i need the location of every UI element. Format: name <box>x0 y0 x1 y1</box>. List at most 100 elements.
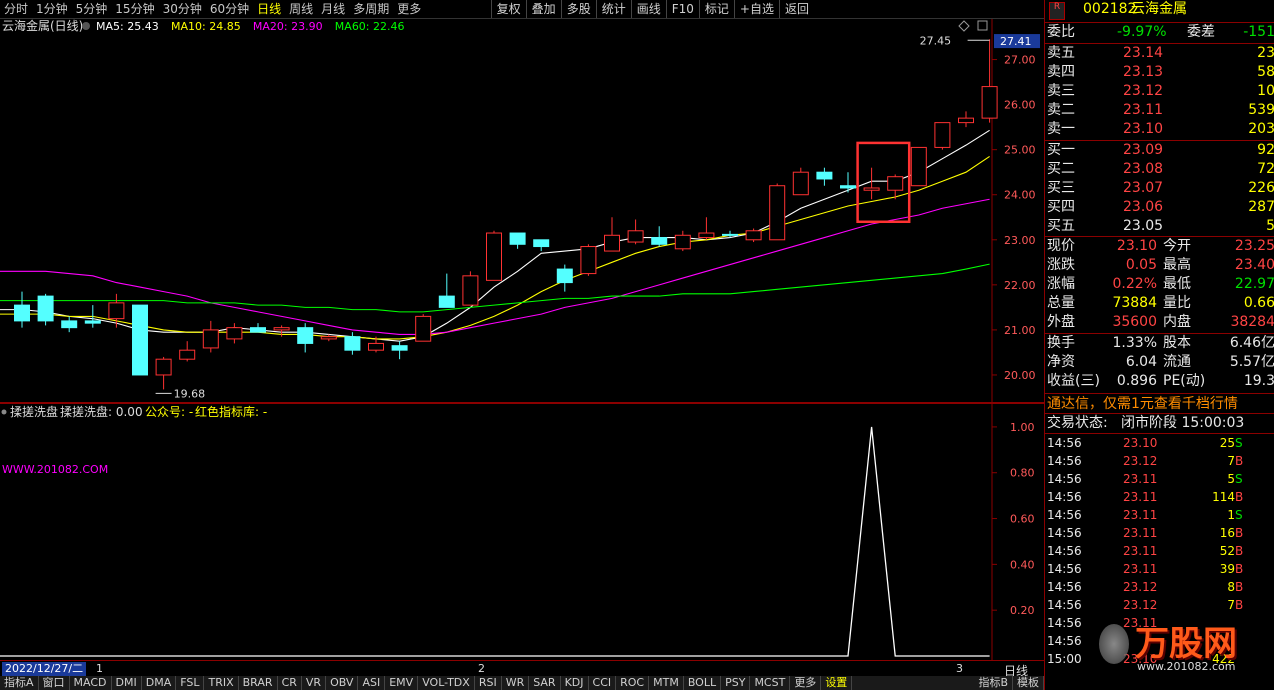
diamond-icon <box>958 20 970 32</box>
weicha-label: 委差 <box>1187 24 1215 40</box>
indicator-tab[interactable]: MCST <box>750 676 791 690</box>
quote-panel: R 002182 云海金属 委比 -9.97% 委差 -151 卖五 23.14 23 卖四 23.1… <box>1044 0 1274 690</box>
candle-body <box>792 171 809 196</box>
stat-label: 收益(三) <box>1047 373 1100 389</box>
indicator-tabs: 指标A 窗口 MACD DMI DMA FSL TRIX BRAR CR VR OBV ASI EMV V… <box>0 676 1044 690</box>
sub-y-tick-label: 0.60 <box>1010 513 1035 526</box>
indicator-chart[interactable]: 1.00 0.80 0.60 0.40 0.20 揉搓洗盘 揉搓洗盘: 0.00 公众号: -… <box>0 404 1044 660</box>
indicator-tab[interactable]: RSI <box>475 676 502 690</box>
tick-volume: 7 <box>1227 454 1235 468</box>
stat-label: 量比 <box>1163 295 1191 311</box>
indicator-tab[interactable]: OBV <box>326 676 359 690</box>
tool-tab[interactable]: 画线 <box>630 0 666 18</box>
tool-tab[interactable]: 返回 <box>778 0 814 18</box>
indicator-tab[interactable]: ROC <box>616 676 650 690</box>
tick-price: 23.11 <box>1123 562 1158 576</box>
indicator-tab[interactable]: MTM <box>649 676 684 690</box>
indicator-tab[interactable]: BRAR <box>239 676 278 690</box>
tick-volume: 39 <box>1219 562 1235 576</box>
stat-value: 0.896 <box>1116 373 1157 389</box>
indicator-tab[interactable]: SAR <box>529 676 561 690</box>
indicator-tab[interactable]: EMV <box>385 676 419 690</box>
indicator-tab[interactable]: 窗口 <box>39 676 70 690</box>
coin-icon <box>1099 624 1129 664</box>
stock-name: 云海金属 <box>1131 1 1187 17</box>
tick-time: 15:00 <box>1047 652 1082 666</box>
tick-volume: 16 <box>1219 526 1235 540</box>
y-tick-label: 26.00 <box>1004 99 1036 112</box>
tick-price: 23.11 <box>1123 508 1158 522</box>
ask-volume: 203 <box>1248 121 1274 137</box>
candle-body <box>486 232 502 281</box>
stat-value: 0.05 <box>1125 257 1157 273</box>
bid-row: 买三 23.07 226 <box>1045 179 1274 198</box>
indicator-tab[interactable]: VOL-TDX <box>418 676 475 690</box>
indicator-tab[interactable]: CCI <box>589 676 617 690</box>
bid-price: 23.05 <box>1123 218 1164 234</box>
indicator-tab[interactable]: ASI <box>358 676 386 690</box>
candle-body <box>981 86 998 119</box>
tool-tab[interactable]: 标记 <box>698 0 734 18</box>
y-tick-label: 27.00 <box>1004 54 1036 67</box>
indicator-tab[interactable]: BOLL <box>684 676 722 690</box>
period-tab[interactable]: 周线 <box>285 0 317 18</box>
indicator-tab[interactable]: DMA <box>142 676 177 690</box>
tool-tab[interactable]: 统计 <box>595 0 631 18</box>
tool-tab[interactable]: F10 <box>665 0 699 18</box>
tick-side: B <box>1235 580 1244 594</box>
stat-label: 现价 <box>1047 238 1075 254</box>
tool-tab[interactable]: 多股 <box>560 0 596 18</box>
candle-body <box>202 329 219 349</box>
period-tab[interactable]: 更多 <box>393 0 425 18</box>
indicator-tab[interactable]: 设置 <box>821 676 853 690</box>
bid-label: 买一 <box>1047 142 1075 158</box>
stat-row: 收益(三) 0.896 PE(动) 19.3 <box>1045 372 1274 391</box>
indicator-tab[interactable]: CR <box>278 676 302 690</box>
period-tab[interactable]: 月线 <box>317 0 349 18</box>
month-mark: 2 <box>478 662 485 675</box>
period-tab[interactable]: 15分钟 <box>111 0 158 18</box>
candle-body <box>958 117 974 124</box>
indicator-tab[interactable]: PSY <box>721 676 751 690</box>
ask-label: 卖三 <box>1047 83 1075 99</box>
candle-body <box>273 327 290 331</box>
indicator-tab[interactable]: 指标A <box>0 676 39 690</box>
period-tab[interactable]: 5分钟 <box>72 0 112 18</box>
candle-body <box>651 237 668 245</box>
bid-row: 买五 23.05 5 <box>1045 217 1274 236</box>
period-tab[interactable]: 分时 <box>0 0 32 18</box>
indicator-tab[interactable]: TRIX <box>204 676 239 690</box>
tool-tab[interactable]: +自选 <box>733 0 779 18</box>
indicator-tab[interactable]: DMI <box>112 676 142 690</box>
period-tab[interactable]: 30分钟 <box>159 0 206 18</box>
period-tab[interactable]: 60分钟 <box>206 0 253 18</box>
indicator-tab[interactable]: MACD <box>70 676 112 690</box>
period-tab[interactable]: 多周期 <box>349 0 393 18</box>
bid-label: 买三 <box>1047 180 1075 196</box>
indicator-tab-right[interactable]: 指标B <box>974 676 1013 690</box>
ask-label: 卖五 <box>1047 45 1075 61</box>
kline-chart[interactable]: 27.00 26.00 25.00 24.00 23.00 22.00 21.00 20.00… <box>0 19 1044 402</box>
indicator-tab[interactable]: KDJ <box>561 676 589 690</box>
indicator-tab-right[interactable]: 模板 <box>1013 676 1044 690</box>
candle-body <box>934 122 951 148</box>
indicator-tab[interactable]: VR <box>302 676 327 690</box>
candle-body <box>155 358 172 376</box>
candle-body <box>674 234 691 250</box>
tool-tab[interactable]: 叠加 <box>525 0 561 18</box>
indicator-tab[interactable]: WR <box>502 676 530 690</box>
sub-y-tick-label: 0.80 <box>1010 467 1035 480</box>
bid-label: 买二 <box>1047 161 1075 177</box>
period-tab[interactable]: 1分钟 <box>32 0 72 18</box>
tick-time: 14:56 <box>1047 562 1082 576</box>
period-tab[interactable]: 日线 <box>253 0 285 18</box>
stat-row: 涨幅 0.22% 最低 22.97 <box>1045 275 1274 294</box>
indicator-tab[interactable]: FSL <box>176 676 205 690</box>
tick-price: 23.11 <box>1123 526 1158 540</box>
indicator-tab[interactable]: 更多 <box>790 676 822 690</box>
weibi-value: -9.97% <box>1117 24 1167 40</box>
tool-tab[interactable]: 复权 <box>490 0 526 18</box>
candle-body <box>179 349 196 360</box>
ad-link[interactable]: 通达信，仅需1元查看千档行情 <box>1047 395 1238 414</box>
candle-body <box>344 336 361 351</box>
